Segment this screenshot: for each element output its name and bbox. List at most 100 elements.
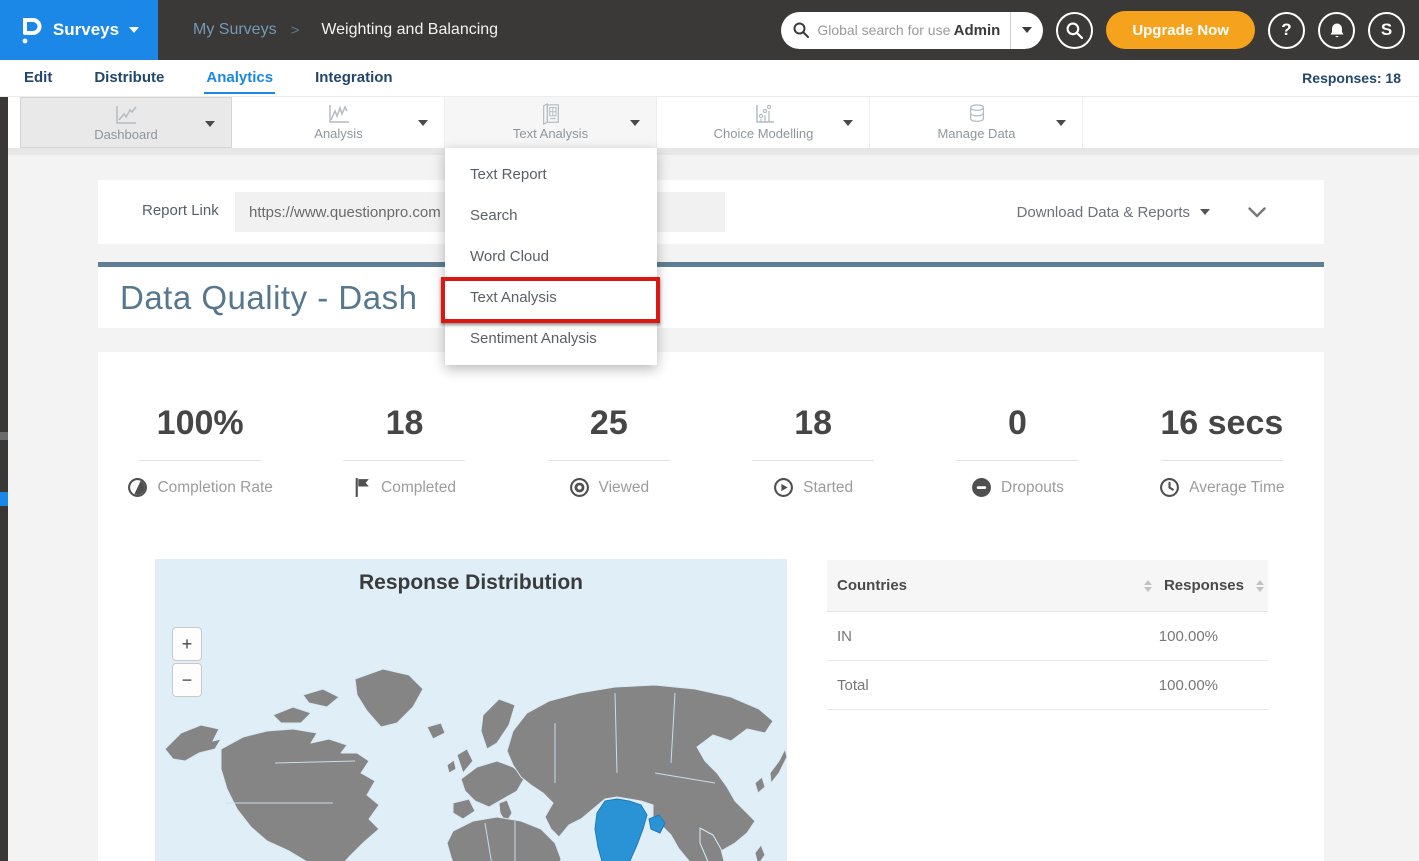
search-button[interactable] [1056,12,1093,49]
tab-integration[interactable]: Integration [313,63,395,94]
flag-icon [353,477,372,498]
scatter-chart-icon [751,103,777,125]
rail-marker [0,432,8,440]
survey-title: Weighting and Balancing [321,21,498,39]
map-alaska [165,725,221,761]
country-cell: IN [827,628,1159,645]
map-ireland [447,760,456,773]
toolbar-button-label: Analysis [233,126,444,141]
divider [752,460,874,461]
sort-icon[interactable] [1256,580,1264,592]
tab-edit[interactable]: Edit [22,63,54,94]
upgrade-now-button[interactable]: Upgrade Now [1106,11,1255,49]
responses-cell: 100.00% [1159,677,1268,694]
text-analysis-dropdown-menu: Text Report Search Word Cloud Text Analy… [445,148,657,365]
stat-started: 18 Started [711,404,915,498]
table-row: IN 100.00% [827,612,1268,661]
table-row: Total 100.00% [827,661,1268,710]
map-japan [770,749,787,783]
map-arctic-island [303,689,339,707]
eye-icon [569,477,590,498]
product-name: Surveys [53,20,119,40]
tab-distribute[interactable]: Distribute [92,63,166,94]
map-title: Response Distribution [155,571,787,595]
download-data-reports-dropdown[interactable]: Download Data & Reports [1017,180,1266,244]
page-title: Data Quality - Dash [120,279,417,317]
toolbar-text-analysis-button[interactable]: Text Analysis [445,97,657,148]
stat-value: 25 [507,404,711,443]
map-zoom-in-button[interactable]: + [172,627,202,661]
column-header-responses[interactable]: Responses [1164,577,1244,594]
column-header-countries[interactable]: Countries [827,577,1144,594]
divider [956,460,1078,461]
responses-count: Responses: 18 [1302,70,1401,86]
report-link-card: Report Link Download Data & Reports [98,180,1324,244]
map-korea [755,777,765,793]
stat-label: Started [803,479,853,497]
stat-dropouts: 0 Dropouts [915,404,1119,498]
help-button[interactable]: ? [1268,12,1305,49]
chevron-down-icon [1022,27,1032,33]
menu-item-text-analysis[interactable]: Text Analysis [445,277,657,318]
map-india-highlighted [595,799,647,861]
countries-table-header: Countries Responses [827,560,1268,612]
chevron-down-icon [1200,209,1210,215]
response-distribution-map: Response Distribution + − [155,559,787,861]
menu-item-search[interactable]: Search [445,195,657,236]
database-icon [965,103,989,125]
data-quality-card: Data Quality - Dash [98,262,1324,328]
top-navigation-bar: Surveys My Surveys > Weighting and Balan… [0,0,1419,60]
question-mark-icon: ? [1281,20,1291,40]
menu-item-word-cloud[interactable]: Word Cloud [445,236,657,277]
toolbar-manage-data-button[interactable]: Manage Data [871,97,1083,148]
stat-label: Completion Rate [157,479,272,497]
dashboard-content-card: 100% Completion Rate 18 Completed [98,352,1324,861]
breadcrumb-parent-link[interactable]: My Surveys [193,21,277,39]
map-north-america [221,729,379,861]
divider [0,148,1419,155]
collapsed-side-rail [0,97,8,861]
product-switcher[interactable]: Surveys [0,0,158,60]
map-iberia [453,799,475,819]
stat-label: Average Time [1189,479,1284,497]
stat-average-time: 16 secs Average Time [1120,404,1324,498]
search-scope-label: Admin [954,22,1011,39]
menu-item-sentiment-analysis[interactable]: Sentiment Analysis [445,318,657,359]
map-greenland [355,669,423,727]
stat-value: 18 [302,404,506,443]
chevron-down-icon [843,120,853,126]
map-arctic-island [273,707,311,723]
divider [139,460,261,461]
toolbar-analysis-button[interactable]: Analysis [233,97,445,148]
global-search-box[interactable]: Admin [781,12,1043,49]
chevron-down-icon [418,120,428,126]
expand-section-chevron-icon[interactable] [1248,207,1266,218]
tab-analytics[interactable]: Analytics [204,63,275,94]
analytics-toolbar: Dashboard Analysis Text Analysis [0,97,1419,148]
stat-completed: 18 Completed [302,404,506,498]
chevron-down-icon [205,121,215,127]
map-africa [447,817,561,861]
menu-item-text-report[interactable]: Text Report [445,154,657,195]
stat-label: Completed [381,479,456,497]
map-uk [457,749,473,773]
notifications-button[interactable] [1318,12,1355,49]
toolbar-button-label: Text Analysis [445,126,656,141]
country-cell: Total [827,677,1159,694]
half-pie-icon [127,477,148,498]
clock-icon [1159,477,1180,498]
toolbar-button-label: Choice Modelling [658,126,869,141]
divider [548,460,670,461]
map-zoom-out-button[interactable]: − [172,663,202,697]
responses-cell: 100.00% [1159,628,1268,645]
chevron-down-icon [630,120,640,126]
toolbar-dashboard-button[interactable]: Dashboard [20,97,232,148]
stat-value: 18 [711,404,915,443]
user-avatar[interactable]: S [1368,12,1405,49]
global-search-input[interactable] [809,22,953,38]
search-scope-dropdown[interactable] [1011,12,1043,49]
world-map[interactable] [155,597,787,861]
chevron-down-icon [129,27,139,33]
toolbar-choice-modelling-button[interactable]: Choice Modelling [658,97,870,148]
sort-icon[interactable] [1144,580,1152,592]
